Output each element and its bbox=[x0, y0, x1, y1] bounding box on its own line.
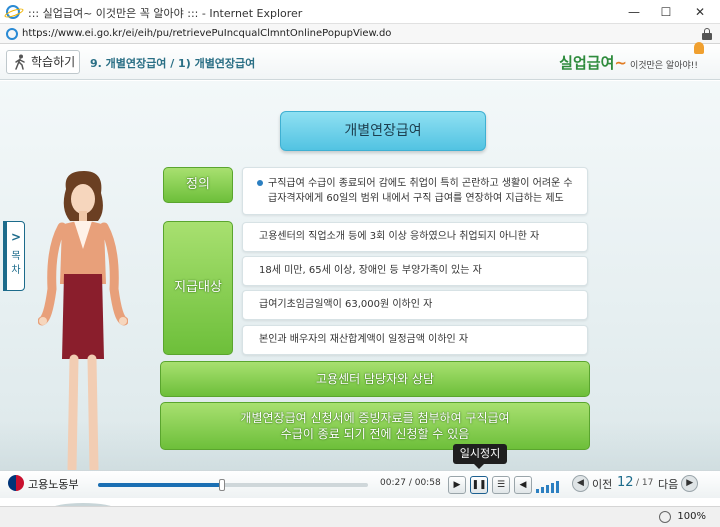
criteria-item: 고용센터의 직업소개 등에 3회 이상 응하였으나 취업되지 아니한 자 bbox=[242, 222, 588, 252]
window-titlebar: ::: 실업급여~ 이것만은 꼭 알아야 ::: - Internet Expl… bbox=[0, 0, 720, 24]
learn-button[interactable]: 학습하기 bbox=[6, 50, 80, 74]
zoom-icon bbox=[659, 511, 672, 523]
arrow-right-icon: ▶ bbox=[681, 475, 699, 492]
maximize-button[interactable]: ☐ bbox=[652, 3, 680, 21]
apply-line-1: 개별연장급여 신청서에 증빙자료를 첨부하여 구직급여 bbox=[240, 411, 510, 425]
prev-page-button[interactable]: ◀ 이전 bbox=[572, 475, 613, 492]
target-label: 지급대상 bbox=[163, 221, 233, 355]
next-page-button[interactable]: 다음 ▶ bbox=[658, 475, 699, 492]
address-bar[interactable]: https://www.ei.go.kr/ei/eih/pu/retrieveP… bbox=[0, 24, 720, 44]
definition-text: 구직급여 수급이 종료되어 감에도 취업이 특히 곤란하고 생활이 어려운 수급… bbox=[268, 178, 573, 204]
logo-tilde: ~ bbox=[614, 54, 627, 72]
window-title: ::: 실업급여~ 이것만은 꼭 알아야 ::: - Internet Expl… bbox=[28, 7, 303, 20]
internet-explorer-icon bbox=[6, 5, 20, 19]
prev-label: 이전 bbox=[592, 478, 613, 491]
player-controls: 고용노동부 00:27 / 00:58 ▶ ❚❚ ☰ ◀ ◀ 이전 12 / 1… bbox=[0, 470, 720, 498]
apply-line-2: 수급이 종료 되기 전에 신청할 수 있음 bbox=[280, 427, 470, 441]
definition-box: 구직급여 수급이 종료되어 감에도 취업이 특히 곤란하고 생활이 어려운 수급… bbox=[242, 167, 588, 215]
table-of-contents-tab[interactable]: > 목차 bbox=[3, 221, 25, 291]
progress-handle[interactable] bbox=[219, 479, 226, 491]
time-total: 00:58 bbox=[414, 478, 441, 488]
criteria-item: 본인과 배우자의 재산합계액이 일정금액 이하인 자 bbox=[242, 325, 588, 355]
menu-button[interactable]: ☰ bbox=[492, 476, 510, 494]
time-current: 00:27 bbox=[380, 478, 406, 488]
criteria-item: 급여기초임금일액이 63,000원 이하인 자 bbox=[242, 290, 588, 320]
hand-icon bbox=[694, 42, 704, 54]
play-button[interactable]: ▶ bbox=[448, 476, 466, 494]
pause-tooltip: 일시정지 bbox=[453, 444, 507, 469]
apply-bar: 개별연장급여 신청서에 증빙자료를 첨부하여 구직급여 수급이 종료 되기 전에… bbox=[160, 402, 590, 450]
minimize-button[interactable]: — bbox=[620, 3, 648, 21]
volume-button[interactable]: ◀ bbox=[514, 476, 532, 494]
consult-bar: 고용센터 담당자와 상담 bbox=[160, 361, 590, 397]
progress-fill bbox=[98, 483, 223, 487]
next-label: 다음 bbox=[658, 478, 679, 491]
site-icon bbox=[6, 28, 18, 40]
chevron-right-icon: > bbox=[11, 230, 22, 244]
logo-main: 실업급여 bbox=[559, 54, 615, 72]
bullet-icon bbox=[257, 180, 263, 186]
arrow-left-icon: ◀ bbox=[572, 475, 589, 492]
toc-label: 목차 bbox=[11, 251, 21, 276]
walking-person-icon bbox=[15, 54, 25, 70]
logo: 실업급여~ 이것만은 알아야!! bbox=[559, 42, 704, 73]
logo-subtitle: 이것만은 알아야!! bbox=[629, 61, 698, 71]
pause-button[interactable]: ❚❚ bbox=[470, 476, 488, 494]
page-total: / 17 bbox=[636, 478, 654, 488]
zoom-level: 100% bbox=[677, 511, 706, 522]
time-separator: / bbox=[408, 478, 412, 488]
lesson-stage: > 목차 개별연장급여 정의 구직급여 수급이 종료되어 감에도 취업이 특히 … bbox=[0, 81, 720, 515]
ministry-emblem-icon bbox=[8, 475, 24, 491]
progress-bar[interactable] bbox=[98, 479, 368, 491]
ministry-logo: 고용노동부 bbox=[8, 475, 79, 492]
zoom-control[interactable]: 100% bbox=[659, 511, 706, 523]
url-text[interactable]: https://www.ei.go.kr/ei/eih/pu/retrieveP… bbox=[22, 28, 391, 39]
criteria-item: 18세 미만, 65세 이상, 장애인 등 부양가족이 있는 자 bbox=[242, 256, 588, 286]
presenter-character bbox=[38, 171, 128, 515]
lesson-title: 개별연장급여 bbox=[280, 111, 486, 151]
breadcrumb: 9. 개별연장급여 / 1) 개별연장급여 bbox=[90, 57, 256, 70]
page-current: 12 bbox=[617, 475, 634, 490]
lock-icon[interactable] bbox=[702, 28, 712, 40]
time-display: 00:27 / 00:58 bbox=[380, 478, 441, 488]
volume-level[interactable] bbox=[536, 479, 562, 493]
ministry-name: 고용노동부 bbox=[28, 478, 79, 491]
content-header: 학습하기 9. 개별연장급여 / 1) 개별연장급여 실업급여~ 이것만은 알아야… bbox=[0, 42, 720, 80]
close-button[interactable]: ✕ bbox=[686, 3, 714, 21]
learn-button-label: 학습하기 bbox=[31, 55, 76, 69]
status-bar: 100% bbox=[0, 506, 720, 527]
definition-label: 정의 bbox=[163, 167, 233, 203]
